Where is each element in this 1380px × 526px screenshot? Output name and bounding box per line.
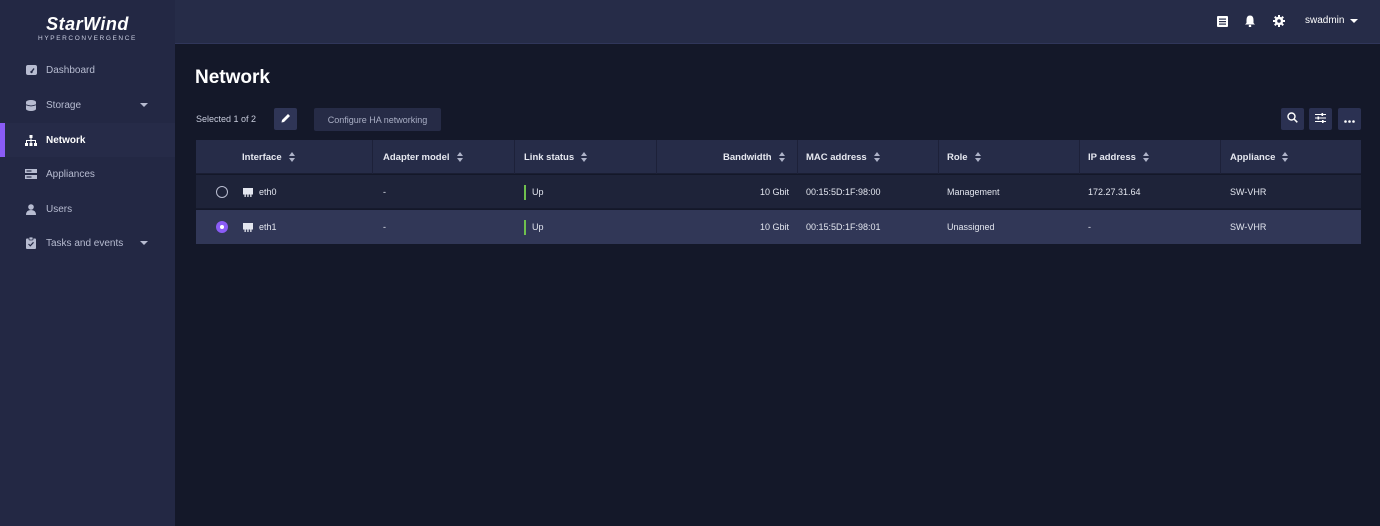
column-header-mac-address[interactable]: MAC address [806,140,880,174]
more-icon [1344,110,1355,128]
link-up-indicator [524,184,526,200]
interface-icon [243,210,253,244]
network-icon [25,134,37,146]
sort-icon [288,152,295,162]
link-status: Up [524,210,544,244]
table-header: Interface Adapter model Link status Band… [196,140,1361,174]
sidebar-item-label: Storage [46,99,82,111]
user-icon [25,203,37,215]
top-bar: swadmin [175,0,1380,44]
appliance: SW-VHR [1230,222,1267,232]
sort-icon [974,152,981,162]
sidebar-item-label: Users [46,203,73,215]
column-header-ip-address[interactable]: IP address [1088,140,1149,174]
appliance: SW-VHR [1230,187,1267,197]
column-divider [938,140,939,174]
chevron-down-icon[interactable] [140,241,148,245]
sidebar: StarWind HYPERCONVERGENCE Dashboard Stor… [0,0,175,526]
configure-ha-networking-button[interactable]: Configure HA networking [314,108,441,131]
tasks-icon [25,237,37,249]
sidebar-item-label: Tasks and events [46,237,124,249]
starwind-logo[interactable]: StarWind HYPERCONVERGENCE [0,0,175,52]
sidebar-item-label: Appliances [46,168,95,180]
interface-name: eth0 [259,187,277,197]
sort-icon [581,152,588,162]
interface-icon [243,175,253,209]
list-icon[interactable] [1216,15,1228,27]
link-status: Up [524,175,544,209]
logo-tagline: HYPERCONVERGENCE [38,35,137,42]
adapter-model: - [383,187,386,197]
mac-address: 00:15:5D:1F:98:00 [806,187,881,197]
sort-icon [873,152,880,162]
bell-icon[interactable] [1244,15,1256,27]
row-select-radio[interactable] [216,186,228,198]
sort-icon [1142,152,1149,162]
column-divider [656,140,657,174]
bandwidth: 10 Gbit [759,187,789,197]
storage-icon [25,99,37,111]
sidebar-item-appliances[interactable]: Appliances [0,157,175,191]
adapter-model: - [383,222,386,232]
sort-icon [778,152,785,162]
mac-address: 00:15:5D:1F:98:01 [806,222,881,232]
search-button[interactable] [1281,108,1304,130]
column-divider [372,140,373,174]
column-divider [1079,140,1080,174]
sidebar-item-storage[interactable]: Storage [0,88,175,122]
bandwidth: 10 Gbit [759,222,789,232]
column-divider [514,140,515,174]
username: swadmin [1305,15,1345,26]
role: Unassigned [947,222,995,232]
sidebar-item-users[interactable]: Users [0,192,175,226]
user-menu[interactable]: swadmin [1305,15,1359,26]
column-header-bandwidth[interactable]: Bandwidth [723,140,785,174]
logo-wordmark: StarWind [46,14,129,34]
column-header-role[interactable]: Role [947,140,981,174]
search-icon [1287,110,1298,128]
edit-button[interactable] [274,108,297,130]
selection-count: Selected 1 of 2 [196,114,257,124]
dashboard-icon [25,64,37,76]
sidebar-item-tasks-and-events[interactable]: Tasks and events [0,226,175,260]
sidebar-item-label: Network [46,134,86,146]
sliders-icon [1315,110,1326,128]
page-title: Network [195,67,270,88]
link-up-indicator [524,219,526,235]
column-divider [1220,140,1221,174]
more-button[interactable] [1338,108,1361,130]
interface-name: eth1 [259,222,277,232]
chevron-down-icon[interactable] [140,103,148,107]
ip-address: - [1088,222,1091,232]
sort-icon [456,152,463,162]
table-row[interactable]: eth1 - Up 10 Gbit 00:15:5D:1F:98:01 Unas… [196,210,1361,244]
column-header-appliance[interactable]: Appliance [1230,140,1289,174]
role: Management [947,187,1000,197]
gear-icon[interactable] [1273,15,1285,27]
sort-icon [1282,152,1289,162]
chevron-down-icon [1350,18,1359,23]
column-divider [797,140,798,174]
sidebar-item-label: Dashboard [46,64,95,76]
appliances-icon [25,168,37,180]
sidebar-item-dashboard[interactable]: Dashboard [0,53,175,87]
column-header-link-status[interactable]: Link status [524,140,588,174]
pencil-icon [281,110,291,128]
sidebar-item-network[interactable]: Network [0,123,175,157]
filter-button[interactable] [1309,108,1332,130]
row-select-radio[interactable] [216,221,228,233]
table-row[interactable]: eth0 - Up 10 Gbit 00:15:5D:1F:98:00 Mana… [196,175,1361,209]
ip-address: 172.27.31.64 [1088,187,1141,197]
column-header-interface[interactable]: Interface [242,140,295,174]
column-header-adapter-model[interactable]: Adapter model [383,140,463,174]
